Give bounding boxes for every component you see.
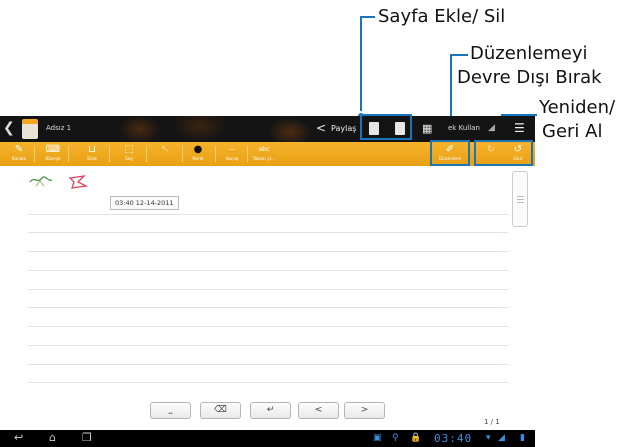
battery-icon: ▮ <box>520 433 525 443</box>
tool-label: Renk <box>192 157 204 162</box>
color-tool-button[interactable]: ● Renk <box>183 142 213 166</box>
ruled-line <box>28 364 508 365</box>
tool-label: Seç <box>124 157 134 162</box>
annotation-redo-undo-2: Geri Al <box>542 121 603 142</box>
grid-icon[interactable]: ▦ <box>422 122 432 135</box>
tool-label: Karala <box>11 157 27 162</box>
back-arrow-icon[interactable]: ❮ <box>3 120 15 136</box>
divider <box>68 146 69 162</box>
annotation-redo-undo-1: Yeniden/ <box>539 97 616 118</box>
callout-line <box>360 16 362 114</box>
divider <box>215 146 216 162</box>
cursor-icon: ↖ <box>160 144 170 155</box>
ruled-line <box>28 326 508 327</box>
document-title: Adsız 1 <box>46 124 72 132</box>
recent-apps-icon[interactable]: ❐ <box>82 431 92 444</box>
share-button[interactable]: Paylaş <box>331 124 356 133</box>
cursor-right-button[interactable]: > <box>344 402 385 419</box>
ruled-line <box>28 382 508 383</box>
annotation-disable-editing-2: Devre Dışı Bırak <box>457 67 602 88</box>
back-icon[interactable]: ↩ <box>14 431 23 444</box>
ruled-line <box>28 232 508 233</box>
stroke-tool-button[interactable]: — Vuruş <box>217 142 247 166</box>
ruled-line <box>28 289 508 290</box>
tool-label: Taban çi... <box>252 157 276 162</box>
signal-icon: ◢ <box>488 123 495 133</box>
scribble-tool-button[interactable]: ✎ Karala <box>4 142 34 166</box>
handwriting-sketch <box>29 175 89 189</box>
ruled-line <box>28 214 508 215</box>
usb-icon: ⚲ <box>392 433 399 443</box>
cursor-tool-button[interactable]: ↖ <box>150 142 180 166</box>
share-icon[interactable]: < <box>316 121 326 135</box>
ruled-line <box>28 307 508 308</box>
divider <box>109 146 110 162</box>
keyboard-icon: ⌨ <box>45 144 61 155</box>
menu-icon[interactable]: ☰ <box>514 121 525 135</box>
space-button[interactable]: ⎵ <box>150 402 191 419</box>
annotation-add-delete-page: Sayfa Ekle/ Sil <box>378 6 506 27</box>
ruled-line <box>28 251 508 252</box>
enter-button[interactable]: ↵ <box>250 402 291 419</box>
lock-icon: 🔒 <box>410 433 422 443</box>
cursor-left-button[interactable]: < <box>298 402 339 419</box>
callout-line <box>450 54 468 56</box>
tool-label: Vuruş <box>225 157 239 162</box>
action-bar: ❮ Adsız 1 < Paylaş ▦ ek Kullan ◢ ☰ <box>0 116 535 142</box>
wifi-icon: ▾ <box>486 433 491 443</box>
select-tool-button[interactable]: ⬚ Seç <box>114 142 144 166</box>
baseline-tool-button[interactable]: abc Taban çi... <box>248 142 280 166</box>
highlight-undo-redo <box>474 140 533 166</box>
select-icon: ⬚ <box>124 144 134 155</box>
baseline-icon: abc <box>258 146 270 153</box>
backspace-button[interactable]: ⌫ <box>200 402 241 419</box>
system-nav-bar: ↩ ⌂ ❐ ▣ ⚲ 🔒 03:40 ▾ ◢ ▮ <box>0 430 535 447</box>
keyboard-tool-button[interactable]: ⌨ Klavye <box>38 142 68 166</box>
pen-scribble-icon: ✎ <box>14 144 24 155</box>
notification-icon[interactable]: ▣ <box>373 433 382 443</box>
stroke-icon: — <box>229 146 235 153</box>
scrollbar-thumb[interactable] <box>512 171 528 227</box>
color-dot-icon: ● <box>193 144 203 155</box>
highlight-page-buttons <box>360 114 412 140</box>
highlight-edit-button <box>430 140 470 166</box>
callout-line <box>360 16 375 18</box>
app-notebook-icon[interactable] <box>22 119 38 139</box>
home-icon[interactable]: ⌂ <box>49 431 56 444</box>
ruled-line <box>28 270 508 271</box>
annotation-disable-editing-1: Düzenlemeyi <box>470 43 588 64</box>
divider <box>146 146 147 162</box>
tool-menu-label[interactable]: ek Kullan <box>448 124 480 132</box>
divider <box>34 146 35 162</box>
signal-strength-icon: ◢ <box>498 433 505 443</box>
clock: 03:40 <box>434 432 473 445</box>
ruled-line <box>28 345 508 346</box>
input-controls: ⎵ ⌫ ↵ < > 1 / 1 <box>0 402 535 430</box>
page-number: 1 / 1 <box>484 418 500 426</box>
insert-icon: ⊔ <box>88 144 96 155</box>
tool-label: Ekle <box>87 157 97 162</box>
insert-tool-button[interactable]: ⊔ Ekle <box>77 142 107 166</box>
timestamp-label: 03:40 12-14-2011 <box>110 196 179 210</box>
tool-label: Klavye <box>45 157 61 162</box>
note-page[interactable]: 03:40 12-14-2011 <box>0 166 535 402</box>
